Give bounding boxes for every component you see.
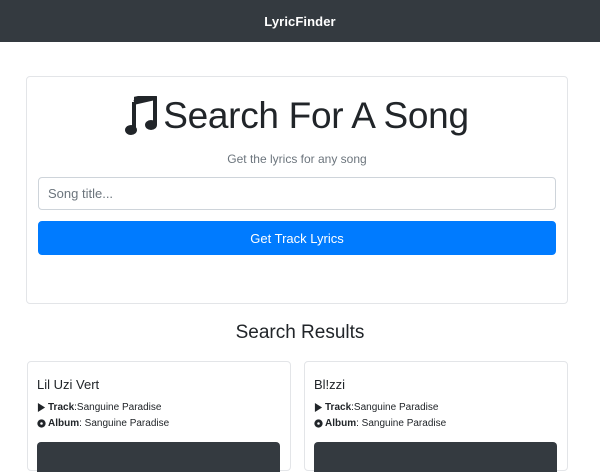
result-card: Lil Uzi Vert Track:Sanguine Paradise Alb… [27,361,291,472]
album-name: : Sanguine Paradise [356,418,447,429]
album-name: : Sanguine Paradise [79,418,170,429]
result-card: Bl!zzi Track:Sanguine Paradise Album: Sa… [304,361,568,472]
album-row: Album: Sanguine Paradise [314,418,446,429]
track-row: Track:Sanguine Paradise [314,402,438,413]
play-icon [37,403,46,412]
search-card: Search For A Song Get the lyrics for any… [26,76,568,304]
view-lyrics-button[interactable] [314,442,557,472]
navbar: LyricFinder [0,0,600,42]
search-title-row: Search For A Song [27,95,567,137]
compact-disc-icon [314,419,323,428]
album-label: Album [325,418,357,429]
track-row: Track:Sanguine Paradise [37,402,161,413]
view-lyrics-button[interactable] [37,442,280,472]
artist-name: Bl!zzi [314,377,346,392]
get-track-lyrics-button[interactable]: Get Track Lyrics [38,221,556,255]
page-title: Search For A Song [163,95,469,136]
track-label: Track [48,402,75,413]
compact-disc-icon [37,419,46,428]
track-name: :Sanguine Paradise [74,402,162,413]
album-row: Album: Sanguine Paradise [37,418,169,429]
play-icon [314,403,323,412]
artist-name: Lil Uzi Vert [37,377,100,392]
music-note-icon [125,96,158,135]
navbar-brand[interactable]: LyricFinder [264,14,335,29]
album-label: Album [48,418,80,429]
track-name: :Sanguine Paradise [351,402,439,413]
song-title-input[interactable] [38,177,556,210]
results-heading: Search Results [235,322,365,343]
track-label: Track [325,402,352,413]
page-subtitle: Get the lyrics for any song [227,152,367,166]
